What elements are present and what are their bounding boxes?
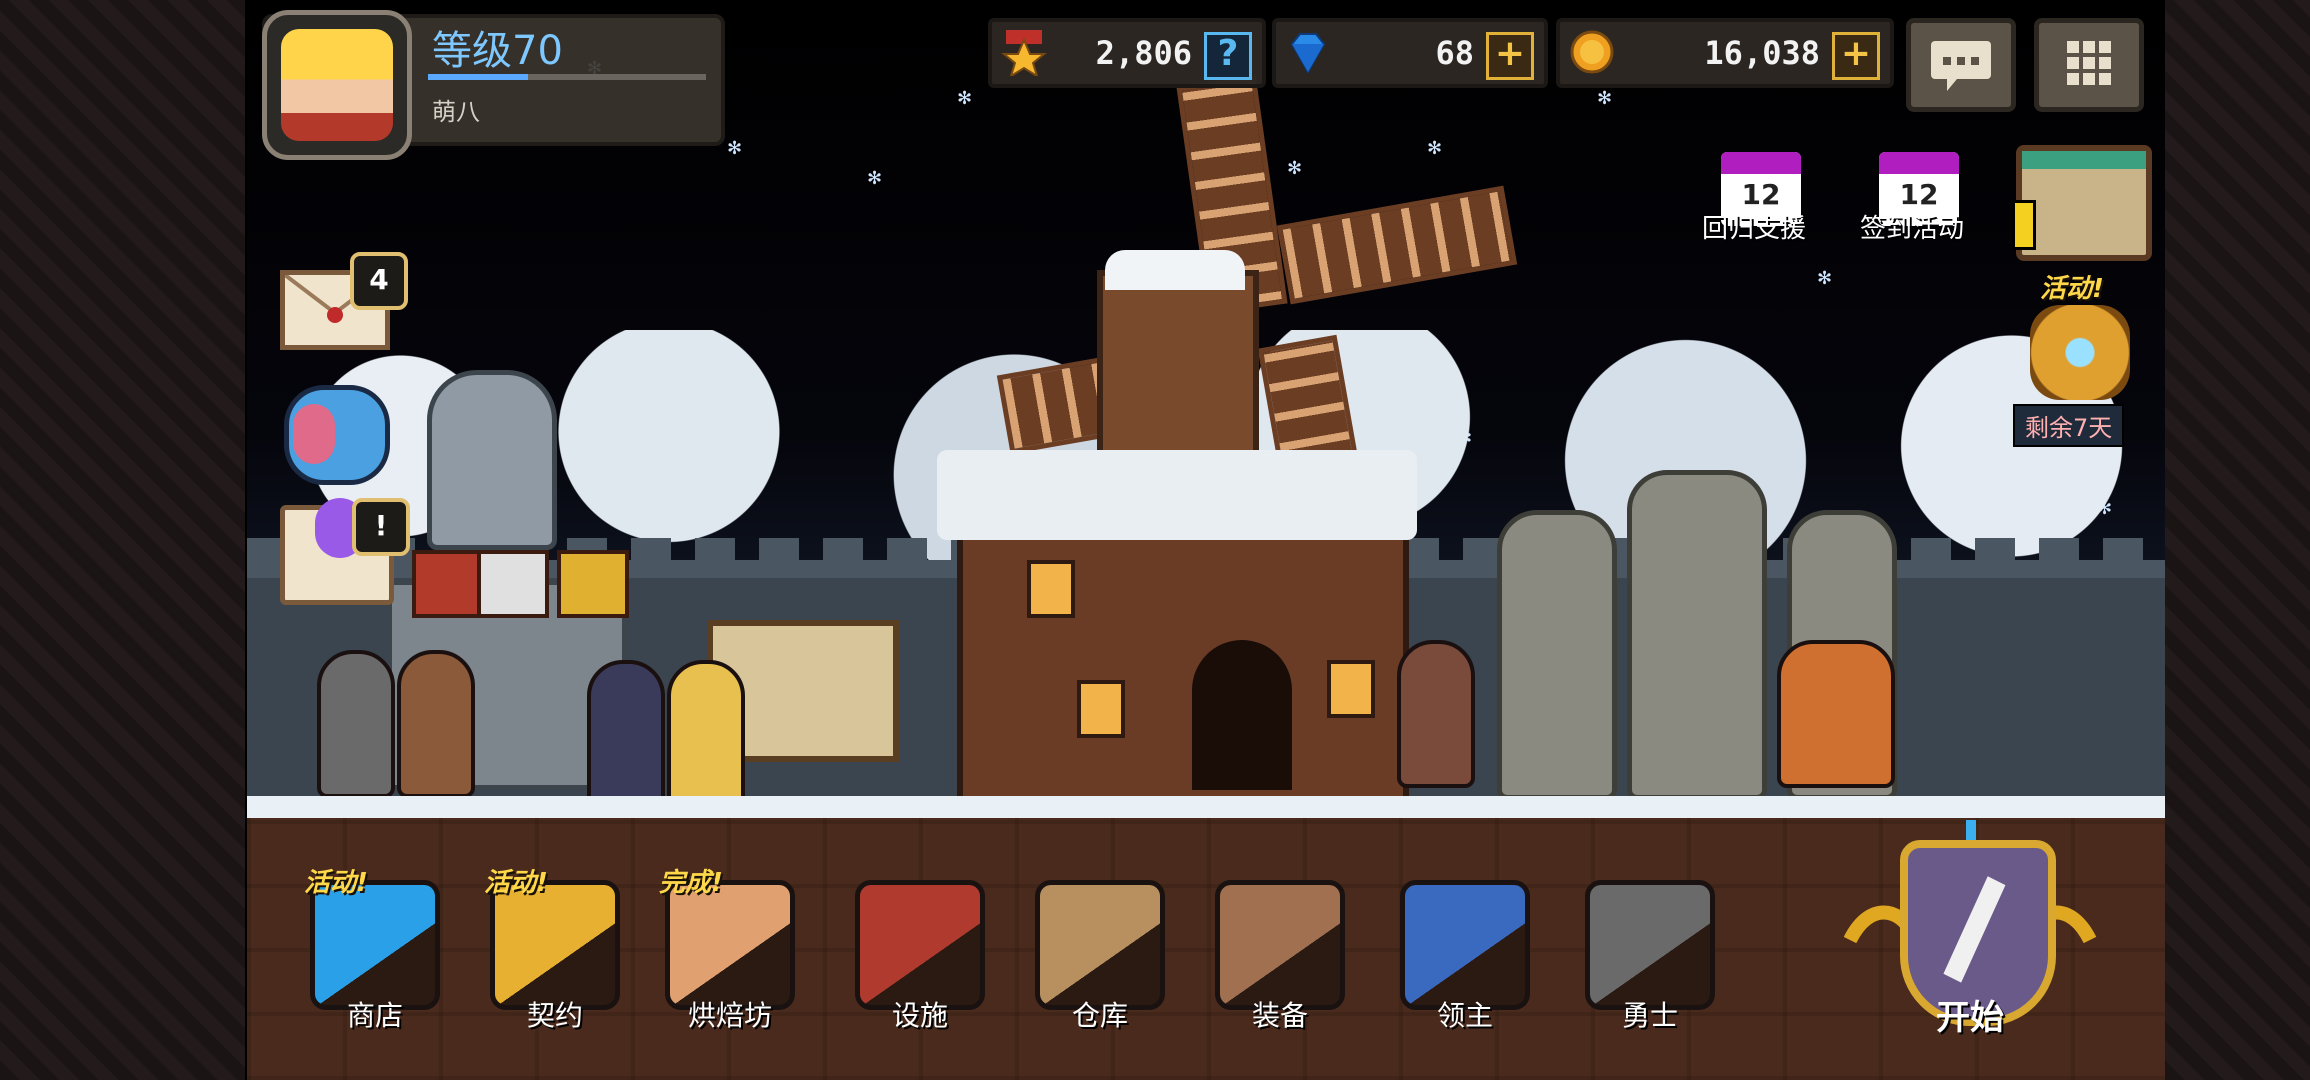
snowflake-icon: ✻ — [1597, 88, 1613, 109]
add-gold-button[interactable]: + — [1832, 32, 1880, 80]
menu-item-equipment[interactable]: 装备 — [1215, 880, 1345, 1034]
menu-item-tag: 活动! — [484, 868, 548, 898]
start-label: 开始 — [1936, 998, 2004, 1038]
xp-bar — [428, 74, 706, 80]
menu-item-contract[interactable]: 活动! 契约 — [484, 868, 620, 1034]
sign-in-event-label[interactable]: 签到活动 — [1860, 208, 1964, 245]
snowy-ground — [247, 796, 2165, 818]
rank-medal-icon — [1001, 30, 1047, 76]
player-name: 萌八 — [432, 98, 480, 126]
calendar-day: 12 — [1741, 178, 1781, 211]
helmet-icon — [1585, 880, 1715, 1010]
gold-counter: 16,038 + — [1556, 18, 1894, 88]
menu-item-tag: 完成! — [659, 868, 723, 898]
menu-item-label: 装备 — [1251, 999, 1308, 1032]
gift-box — [557, 550, 629, 618]
menu-item-label: 仓库 — [1071, 999, 1128, 1032]
standing-stone — [1627, 470, 1767, 800]
calendar-day: 12 — [1899, 178, 1939, 211]
xp-bar-fill — [428, 74, 529, 80]
equipment-bag-icon — [1215, 880, 1345, 1010]
gem-counter: 68 + — [1272, 18, 1548, 88]
house-door — [1192, 640, 1292, 790]
grid-icon — [2067, 41, 2111, 85]
windmill-snow-cap — [1105, 250, 1245, 290]
menu-item-label: 领主 — [1436, 999, 1493, 1032]
villager-character[interactable] — [317, 650, 395, 798]
menu-item-label: 商店 — [346, 999, 403, 1032]
menu-item-tag: 活动! — [304, 868, 368, 898]
menu-item-bakery[interactable]: 完成! 烘焙坊 — [659, 868, 795, 1034]
menu-item-label: 烘焙坊 — [687, 999, 772, 1032]
menu-item-label: 契约 — [526, 999, 583, 1032]
barn-icon — [1035, 880, 1165, 1010]
gold-coin-icon — [1570, 30, 1614, 74]
quest-alert-badge: ! — [352, 498, 410, 556]
snowflake-icon: ✻ — [1427, 138, 1443, 159]
add-gems-button[interactable]: + — [1486, 32, 1534, 80]
windmill-blade — [1276, 185, 1518, 305]
menu-item-lord[interactable]: 领主 — [1400, 880, 1530, 1034]
friends-button[interactable] — [284, 385, 390, 485]
standing-stone — [1497, 510, 1617, 800]
snowflake-icon: ✻ — [727, 138, 743, 159]
blue-gem-icon — [1290, 33, 1326, 75]
menu-item-shop[interactable]: 活动! 商店 — [304, 868, 440, 1034]
menu-grid-button[interactable] — [2034, 18, 2144, 112]
exclamation-icon — [2012, 200, 2036, 250]
menu-item-warehouse[interactable]: 仓库 — [1035, 880, 1165, 1034]
scroll-icon — [490, 880, 620, 1010]
house-window — [1327, 660, 1375, 718]
snowflake-icon: ✻ — [1287, 158, 1303, 179]
villager-character[interactable] — [587, 660, 665, 808]
rank-help-button[interactable]: ? — [1204, 32, 1252, 80]
avatar-portrait — [281, 29, 393, 141]
bread-icon — [665, 880, 795, 1010]
menu-item-label: 勇士 — [1621, 999, 1678, 1032]
house-window — [1027, 560, 1075, 618]
building-icon — [855, 880, 985, 1010]
witch-character[interactable] — [1777, 640, 1895, 788]
knight-armor-icon — [1400, 880, 1530, 1010]
left-border-pattern — [0, 0, 251, 1080]
rank-points-value: 2,806 — [1095, 34, 1192, 72]
chat-bubble-icon — [1931, 41, 1991, 91]
rank-points-counter: 2,806 ? — [988, 18, 1266, 88]
return-support-label[interactable]: 回归支援 — [1702, 208, 1806, 245]
house-window — [1077, 680, 1125, 738]
menu-item-facilities[interactable]: 设施 — [855, 880, 985, 1034]
notice-board-button[interactable] — [2016, 145, 2152, 261]
villager-character[interactable] — [397, 650, 475, 798]
chat-button[interactable] — [1906, 18, 2016, 112]
event-active-tag: 活动! — [2040, 274, 2104, 304]
right-border-pattern — [2159, 0, 2310, 1080]
gem-value: 68 — [1435, 34, 1474, 72]
player-level: 等级70 — [432, 28, 563, 74]
sword-icon — [1943, 876, 2006, 983]
start-button[interactable]: 开始 — [1830, 820, 2110, 1050]
mail-count-badge: 4 — [350, 252, 408, 310]
friend-face-icon — [293, 404, 335, 464]
snowflake-icon: ✻ — [867, 168, 883, 189]
snowflake-icon: ✻ — [1817, 268, 1833, 289]
player-avatar[interactable] — [262, 10, 412, 160]
baker-character[interactable] — [1397, 640, 1475, 788]
house-snow-roof — [937, 450, 1417, 540]
gift-box — [412, 550, 484, 618]
gold-value: 16,038 — [1704, 34, 1820, 72]
board-awning — [2022, 151, 2146, 169]
gem-gold-icon — [310, 880, 440, 1010]
treasure-event-icon[interactable] — [2030, 305, 2130, 400]
villager-character[interactable] — [667, 660, 745, 808]
event-days-left: 剩余7天 — [2013, 404, 2125, 447]
gift-box — [477, 550, 549, 618]
snowflake-icon: ✻ — [957, 88, 973, 109]
menu-item-label: 设施 — [891, 999, 948, 1032]
menu-item-warrior[interactable]: 勇士 — [1585, 880, 1715, 1034]
statue[interactable] — [427, 370, 557, 550]
